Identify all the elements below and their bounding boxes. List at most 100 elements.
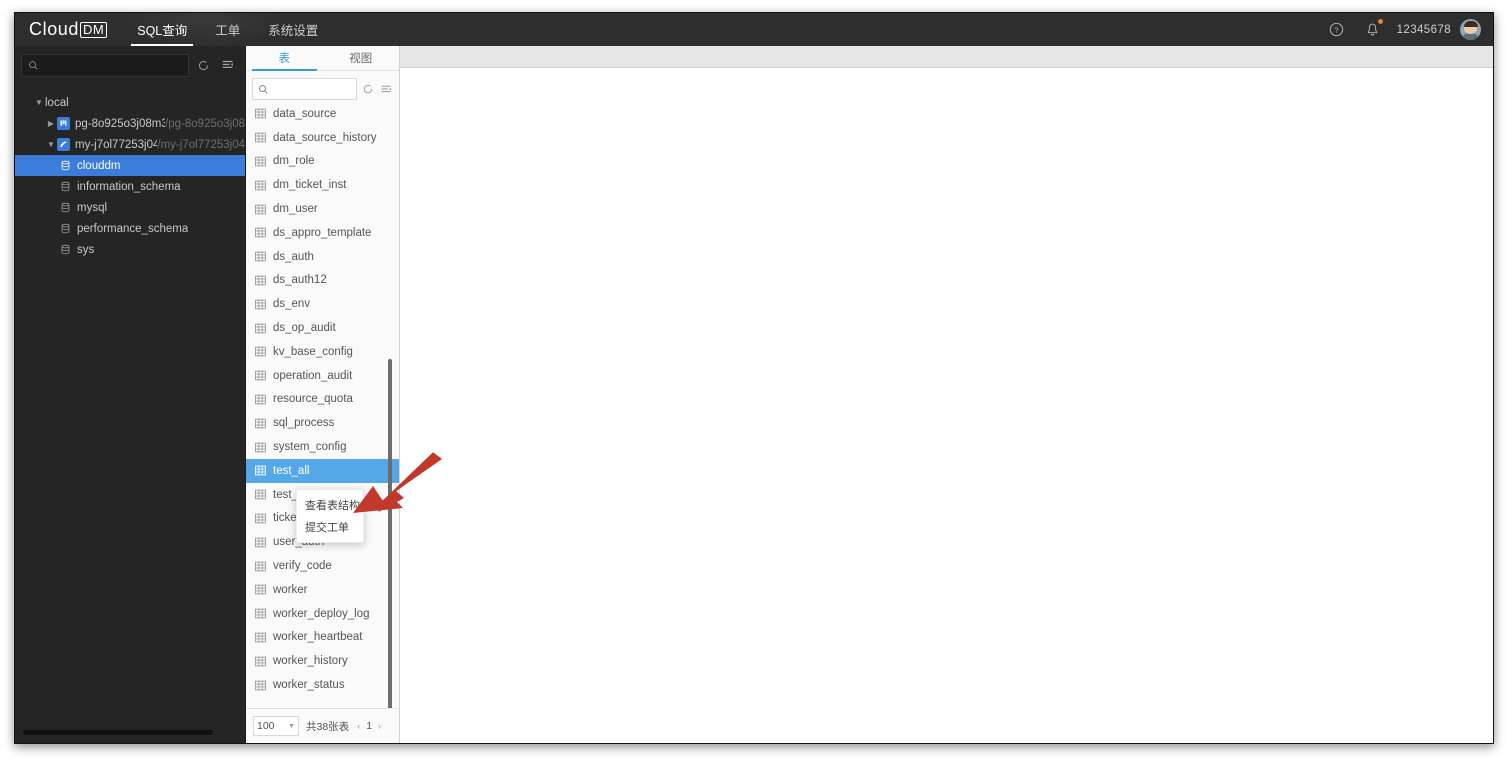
chevron-down-icon[interactable]: ▼ xyxy=(45,140,57,149)
table-list-item[interactable]: dm_user xyxy=(246,197,399,221)
table-collapse-button[interactable] xyxy=(378,80,395,98)
table-refresh-button[interactable] xyxy=(359,80,376,98)
tree-node-schema-sys-label: sys xyxy=(77,243,95,256)
nav-tab-system-settings[interactable]: 系统设置 xyxy=(254,13,332,46)
nav-tab-sql-query-label: SQL查询 xyxy=(137,24,188,38)
chevron-right-icon[interactable]: ▶ xyxy=(45,119,57,128)
database-icon xyxy=(59,243,72,256)
table-list-item-label: test_all xyxy=(273,464,310,477)
table-grid-icon xyxy=(255,608,266,619)
table-list-scrollbar[interactable] xyxy=(388,359,392,743)
mysql-icon xyxy=(57,138,70,151)
prev-page-button[interactable]: ‹ xyxy=(354,721,363,731)
table-list-item[interactable]: data_source_history xyxy=(246,126,399,150)
context-menu-item-submit-ticket[interactable]: 提交工单 xyxy=(297,516,363,538)
sidebar-refresh-button[interactable] xyxy=(192,54,214,76)
tree-node-schema-information_schema[interactable]: information_schema xyxy=(15,176,245,197)
table-list-item[interactable]: operation_audit xyxy=(246,364,399,388)
table-list-item-label: sql_process xyxy=(273,417,335,430)
database-glyph xyxy=(61,160,70,171)
search-icon xyxy=(29,60,38,70)
table-list-item[interactable]: worker_deploy_log xyxy=(246,602,399,626)
table-list-item-label: ds_env xyxy=(273,298,311,311)
tab-views[interactable]: 视图 xyxy=(323,46,400,70)
database-icon xyxy=(59,222,72,235)
sidebar-search-input[interactable] xyxy=(43,58,188,72)
table-list-item[interactable]: kv_base_config xyxy=(246,340,399,364)
table-list-item[interactable]: ds_auth12 xyxy=(246,269,399,293)
chevron-down-icon[interactable]: ▼ xyxy=(33,98,45,107)
tree-node-mysql-connection[interactable]: ▼ my-j7ol77253j04l64 /my-j7ol77253j04 xyxy=(15,134,245,155)
table-list-item[interactable]: worker xyxy=(246,578,399,602)
tab-tables[interactable]: 表 xyxy=(246,46,323,71)
table-list-item-label: data_source xyxy=(273,107,337,120)
table-list-item[interactable]: dm_role xyxy=(246,150,399,174)
table-list-item[interactable]: ds_auth xyxy=(246,245,399,269)
table-grid-icon xyxy=(255,347,266,357)
table-search-box[interactable] xyxy=(252,78,357,100)
tree-node-schema-mysql[interactable]: mysql xyxy=(15,197,245,218)
table-grid-icon xyxy=(255,156,266,167)
table-list-item-label: operation_audit xyxy=(273,369,353,382)
tree-node-schema-sys[interactable]: sys xyxy=(15,239,245,260)
table-list-item[interactable]: dm_ticket_inst xyxy=(246,173,399,197)
nav-tab-tickets[interactable]: 工单 xyxy=(201,13,254,46)
table-search-input[interactable] xyxy=(273,82,356,96)
sidebar-horizontal-scrollbar[interactable] xyxy=(23,730,213,735)
database-glyph xyxy=(61,223,70,234)
postgres-glyph xyxy=(60,120,67,126)
table-list-item[interactable]: worker_status xyxy=(246,673,399,697)
table-list-item[interactable]: ds_appro_template xyxy=(246,221,399,245)
table-list-item[interactable]: ds_env xyxy=(246,292,399,316)
help-button[interactable]: ? xyxy=(1326,19,1348,41)
sidebar-collapse-button[interactable] xyxy=(217,54,239,76)
notifications-button[interactable] xyxy=(1362,18,1384,41)
context-menu-item-view-schema[interactable]: 查看表结构 xyxy=(297,494,363,516)
table-list-item-label: ds_op_audit xyxy=(273,322,336,335)
table-search-row xyxy=(246,71,399,105)
tree-node-local[interactable]: ▼ local xyxy=(15,92,245,113)
table-list-item-label: worker_status xyxy=(273,679,345,692)
table-grid-icon xyxy=(255,323,266,333)
avatar-hair xyxy=(1463,21,1478,27)
table-list-item-label: resource_quota xyxy=(273,393,353,406)
page-number[interactable]: 1 xyxy=(363,720,375,732)
database-glyph xyxy=(61,181,70,192)
tree-node-schema-performance_schema-label: performance_schema xyxy=(77,222,189,235)
sidebar-search-box[interactable] xyxy=(21,53,189,77)
main-content-area xyxy=(400,68,1493,743)
table-grid-icon xyxy=(255,465,266,476)
next-page-button[interactable]: › xyxy=(375,721,384,731)
tree-node-schema-clouddm[interactable]: clouddm xyxy=(15,155,245,176)
table-list-item-label: verify_code xyxy=(273,560,332,573)
database-icon xyxy=(59,159,72,172)
table-list-item[interactable]: verify_code xyxy=(246,554,399,578)
nav-tab-sql-query[interactable]: SQL查询 xyxy=(123,13,201,46)
table-list-item[interactable]: data_source xyxy=(246,102,399,126)
table-grid-icon xyxy=(255,275,266,286)
question-circle-icon: ? xyxy=(1329,22,1344,37)
nav-tab-system-settings-label: 系统设置 xyxy=(268,24,319,38)
table-list-item[interactable]: worker_heartbeat xyxy=(246,626,399,650)
table-list-item[interactable]: worker_history xyxy=(246,649,399,673)
table-list-item[interactable]: test_all xyxy=(246,458,399,483)
page-size-select[interactable]: 100 ▼ xyxy=(253,716,299,736)
tree-node-schema-performance_schema[interactable]: performance_schema xyxy=(15,218,245,239)
postgres-icon xyxy=(57,117,70,130)
table-list-item[interactable]: resource_quota xyxy=(246,388,399,412)
page-size-value: 100 xyxy=(257,720,275,732)
avatar[interactable] xyxy=(1460,19,1481,40)
table-grid-icon xyxy=(255,537,266,548)
table-list-item[interactable]: system_config xyxy=(246,435,399,459)
tree-node-pg-connection[interactable]: ▶ pg-8o925o3j08m37fo /pg-8o925o3j08 xyxy=(15,113,245,134)
screenshot-root: Cloud DM SQL查询 工单 系统设置 ? 12345678 ▼ loca… xyxy=(0,0,1506,758)
table-grid-icon xyxy=(255,109,266,119)
notification-badge xyxy=(1377,18,1383,24)
table-grid-icon xyxy=(255,370,266,381)
refresh-icon xyxy=(198,60,208,70)
table-list-item[interactable]: sql_process xyxy=(246,411,399,435)
table-list-item-label: data_source_history xyxy=(273,131,377,144)
database-icon xyxy=(59,201,72,214)
table-grid-icon xyxy=(255,299,266,310)
table-list-item[interactable]: ds_op_audit xyxy=(246,316,399,340)
